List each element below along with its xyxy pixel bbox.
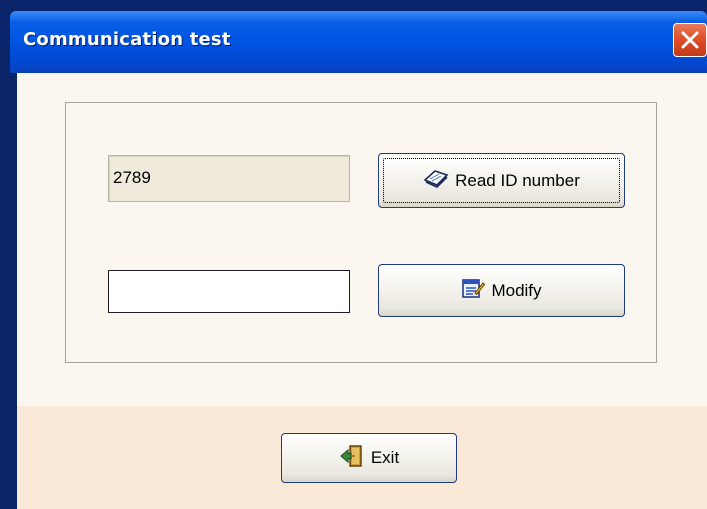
exit-button[interactable]: Exit [281,433,457,483]
focus-rectangle [383,158,620,203]
close-button[interactable] [673,23,707,57]
close-icon [681,31,699,49]
modify-input[interactable] [108,270,350,313]
dialog-content [17,73,707,406]
exit-door-icon [339,444,365,473]
notepad-edit-icon [461,277,486,304]
title-bar[interactable]: Communication test [10,11,707,73]
window-title: Communication test [23,29,231,50]
id-number-field[interactable]: 2789 [108,155,350,202]
modify-button[interactable]: Modify [378,264,625,317]
exit-label: Exit [370,448,400,467]
read-id-button[interactable]: Read ID number [378,153,625,208]
modify-label: Modify [491,280,542,300]
dialog-window: Communication test 2789 Read ID number M… [0,0,707,509]
group-box [65,102,657,363]
